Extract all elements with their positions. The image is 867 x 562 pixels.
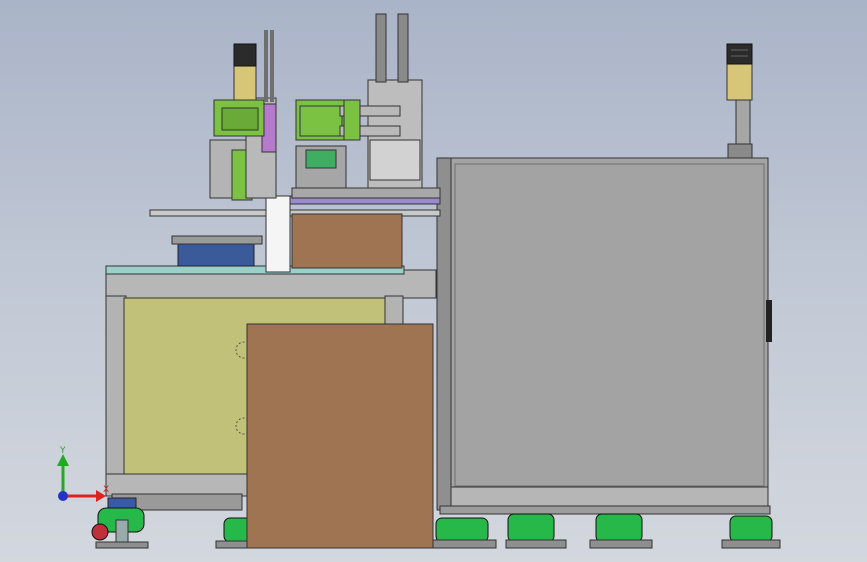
blue-motor [177,241,255,267]
y-axis-label: Y [59,446,66,456]
x-axis-label: X [103,485,109,495]
machine-model: Y X [57,13,781,549]
coordinate-triad: Y X [57,446,109,502]
tower-light-right [726,43,753,159]
cad-viewport[interactable]: Y X [0,0,867,562]
front-cardboard-box [246,323,434,549]
small-cardboard-box [291,213,403,269]
electrical-cabinet [436,157,772,515]
cabinet-door-handle [766,300,772,342]
z-axis-arrow [58,491,68,501]
upper-mechanism [149,13,441,273]
